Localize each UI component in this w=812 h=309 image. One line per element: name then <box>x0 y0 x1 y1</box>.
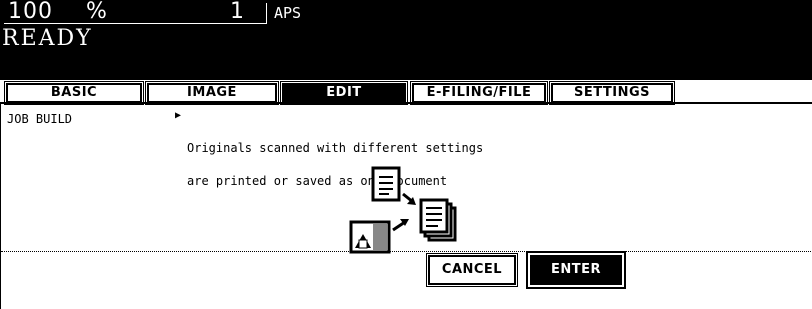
zoom-copies-box: 100 % 1 <box>4 0 267 24</box>
tab-bar: BASIC IMAGE EDIT E-FILING/FILE SETTINGS <box>0 80 812 105</box>
stacked-documents-icon <box>419 198 457 242</box>
copies-count: 1 <box>230 0 244 24</box>
original-document-icon <box>371 166 401 202</box>
job-build-documents-icon <box>349 166 457 254</box>
footer-divider <box>1 251 812 252</box>
arrow-down-right-icon <box>402 192 416 205</box>
zoom-unit: % <box>86 0 107 24</box>
enter-button[interactable]: ENTER <box>526 251 626 289</box>
tab-image[interactable]: IMAGE <box>145 81 279 105</box>
pointer-arrow-icon: ▶ <box>175 110 182 121</box>
paper-size: APS <box>274 4 302 22</box>
cancel-button[interactable]: CANCEL <box>426 253 518 287</box>
photo-original-icon <box>349 220 391 254</box>
tab-basic[interactable]: BASIC <box>4 81 144 105</box>
description-line-1: Originals scanned with different setting… <box>187 141 484 155</box>
tab-edit[interactable]: EDIT <box>280 81 408 105</box>
status-header: 100 % 1 APS READY <box>0 0 812 80</box>
tab-settings[interactable]: SETTINGS <box>549 81 675 105</box>
zoom-value: 100 <box>8 0 53 24</box>
machine-status: READY <box>2 26 93 51</box>
tab-e-filing-file[interactable]: E-FILING/FILE <box>410 81 548 105</box>
arrow-up-right-icon <box>392 219 409 232</box>
edit-content-panel: JOB BUILD ▶ Originals scanned with diffe… <box>0 104 812 309</box>
function-label: JOB BUILD <box>7 112 73 126</box>
